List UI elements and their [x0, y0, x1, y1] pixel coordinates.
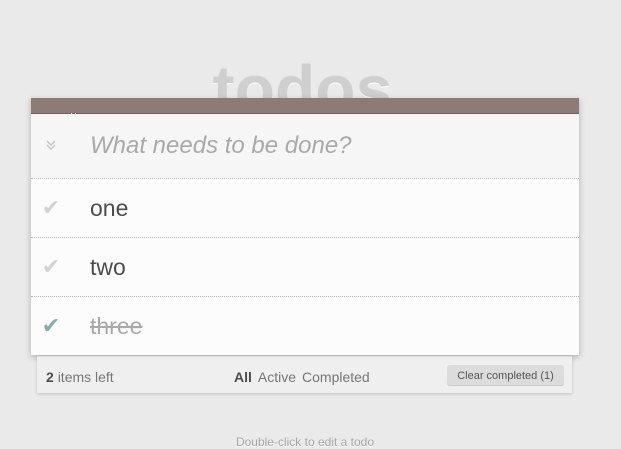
filters: All Active Completed — [234, 369, 376, 385]
header-bar — [31, 98, 579, 114]
filter-active[interactable]: Active — [258, 369, 296, 385]
todo-count: 2 items left — [46, 369, 114, 385]
info-text: Double-click to edit a todo — [235, 435, 375, 449]
todo-label[interactable]: one — [90, 194, 128, 222]
new-todo-input[interactable] — [90, 128, 560, 164]
filter-completed[interactable]: Completed — [302, 369, 370, 385]
checkmark-icon[interactable]: ✔ — [39, 196, 63, 220]
checkmark-icon[interactable]: ✔ — [39, 255, 63, 279]
todo-label[interactable]: three — [90, 312, 142, 340]
todo-list: ✔ one ✔ two ✔ three — [31, 179, 579, 355]
double-chevron-down-icon[interactable] — [41, 136, 61, 156]
todo-app: ✔ one ✔ two ✔ three — [31, 98, 579, 355]
page: todos ✔ one ✔ two ✔ three — [0, 0, 621, 449]
clear-completed-button[interactable]: Clear completed (1) — [447, 365, 564, 386]
checkmark-icon[interactable]: ✔ — [39, 314, 63, 338]
todo-footer: 2 items left All Active Completed Clear co… — [37, 356, 572, 393]
todo-item[interactable]: ✔ one — [31, 179, 579, 238]
todo-label[interactable]: two — [90, 253, 126, 281]
todo-count-suffix: items left — [57, 369, 114, 385]
toggle-all-glyph — [46, 140, 56, 150]
todo-count-number: 2 — [46, 369, 54, 385]
new-todo-row — [31, 114, 579, 179]
todo-item[interactable]: ✔ two — [31, 238, 579, 297]
filter-all[interactable]: All — [234, 369, 252, 385]
todo-item-completed[interactable]: ✔ three — [31, 297, 579, 355]
